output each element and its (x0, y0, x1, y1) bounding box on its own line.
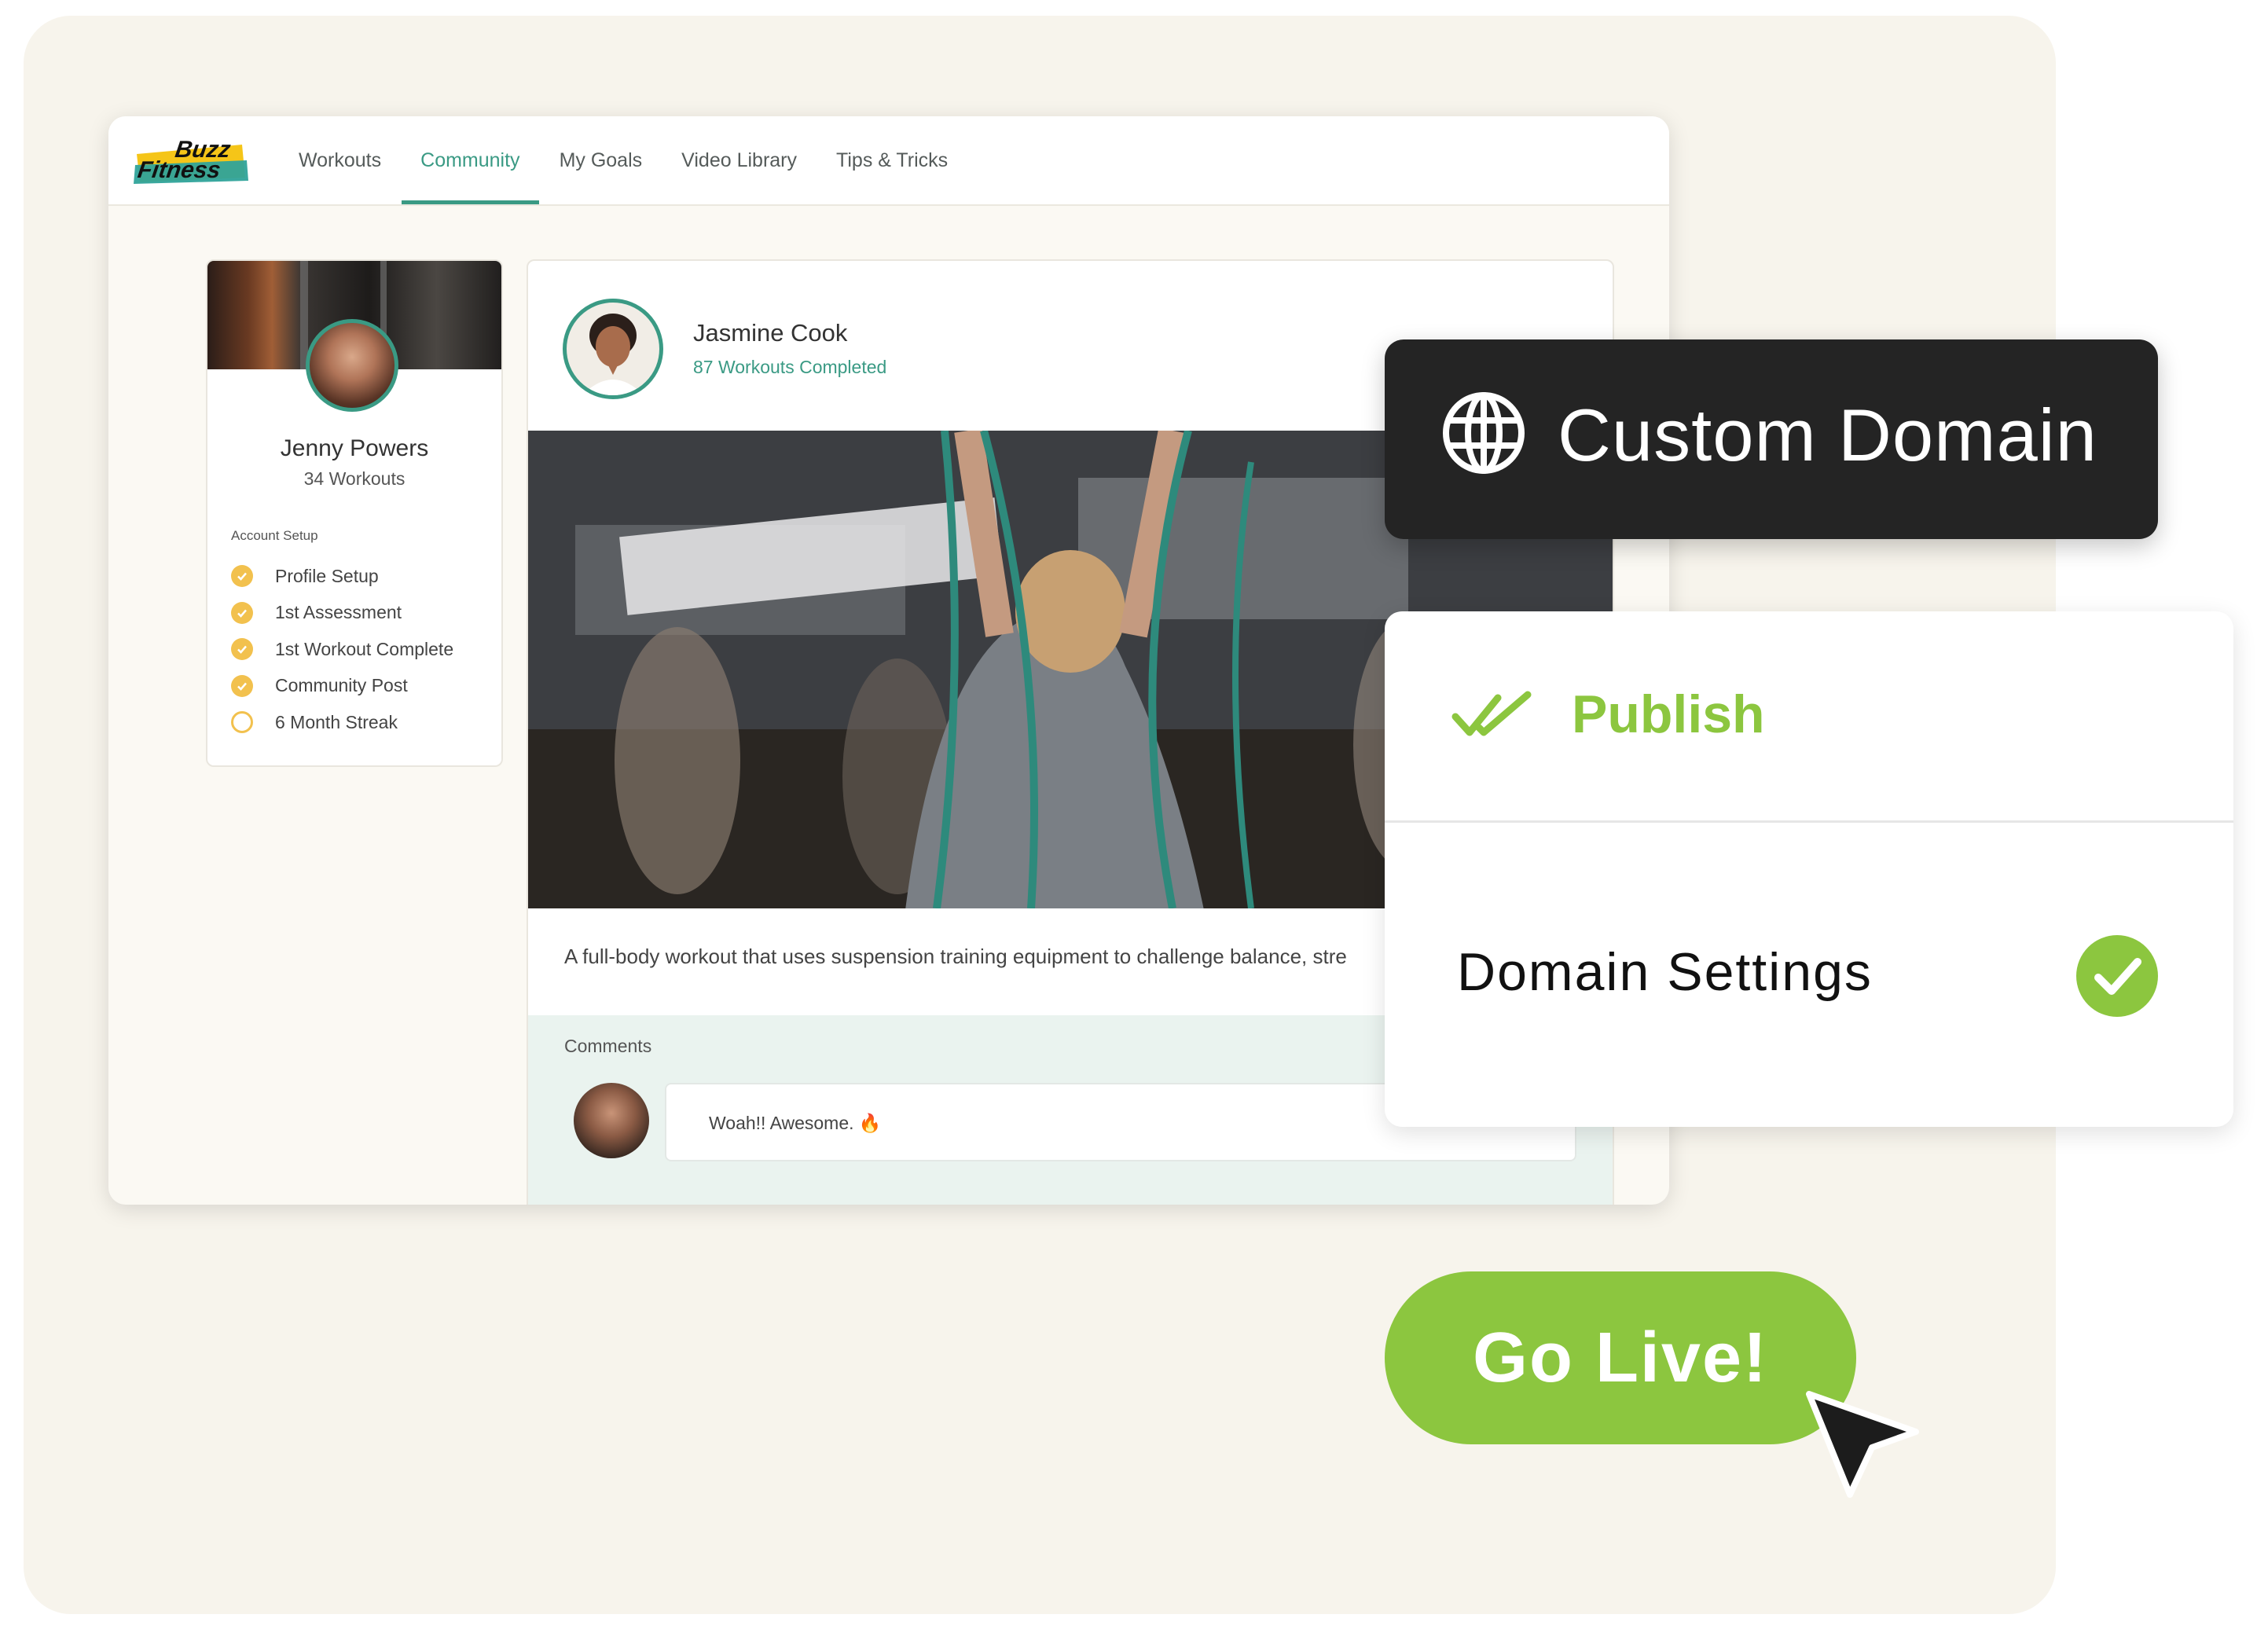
comments-label: Comments (564, 1036, 652, 1056)
list-item: 1st Assessment (231, 595, 453, 632)
check-icon (231, 638, 253, 661)
publish-button[interactable]: Publish (1572, 684, 1765, 745)
list-item: Community Post (231, 668, 453, 705)
avatar[interactable] (306, 319, 398, 412)
divider (1385, 820, 2233, 823)
profile-workout-count: 34 Workouts (303, 468, 406, 489)
logo-mark-icon: Buzz Fitness (134, 137, 248, 184)
avatar[interactable] (563, 299, 663, 399)
tab-video-library[interactable]: Video Library (662, 116, 816, 204)
logo-text-bottom: Fitness (136, 157, 222, 183)
cursor-icon (1806, 1391, 1919, 1498)
check-icon (231, 565, 253, 588)
account-setup-title: Account Setup (231, 528, 318, 543)
nav-tabs: Workouts Community My Goals Video Librar… (280, 116, 968, 204)
go-live-button[interactable]: Go Live! (1385, 1271, 1856, 1444)
checklist-label: Profile Setup (275, 565, 379, 586)
list-item: 6 Month Streak (231, 704, 453, 741)
globe-icon (1443, 392, 1525, 474)
setup-checklist: Profile Setup 1st Assessment 1st Workout… (231, 558, 453, 741)
check-icon (231, 601, 253, 624)
profile-card: Jenny Powers 34 Workouts Account Setup P… (206, 259, 503, 767)
double-check-icon (1451, 691, 1532, 736)
checklist-label: 1st Assessment (275, 602, 402, 623)
empty-circle-icon (231, 711, 253, 734)
domain-settings-card: Publish Domain Settings (1385, 611, 2233, 1127)
list-item: 1st Workout Complete (231, 631, 453, 668)
domain-settings-item[interactable]: Domain Settings (1457, 941, 1873, 1003)
post-description: A full-body workout that uses suspension… (564, 945, 1347, 968)
top-navbar: Buzz Fitness Workouts Community My Goals… (108, 116, 1669, 206)
custom-domain-title: Custom Domain (1558, 394, 2097, 476)
brand-logo[interactable]: Buzz Fitness (132, 134, 250, 189)
tab-workouts[interactable]: Workouts (280, 116, 400, 204)
custom-domain-card[interactable]: Custom Domain (1385, 339, 2158, 539)
post-author-stats: 87 Workouts Completed (693, 357, 887, 377)
avatar[interactable] (574, 1083, 649, 1158)
list-item: Profile Setup (231, 558, 453, 595)
check-icon (231, 674, 253, 697)
checklist-label: 1st Workout Complete (275, 638, 454, 659)
checklist-label: Community Post (275, 675, 408, 696)
tab-community[interactable]: Community (402, 116, 539, 204)
post-author-name[interactable]: Jasmine Cook (693, 319, 847, 347)
checklist-label: 6 Month Streak (275, 711, 398, 732)
tab-my-goals[interactable]: My Goals (541, 116, 662, 204)
profile-name: Jenny Powers (280, 435, 429, 461)
tab-tips-tricks[interactable]: Tips & Tricks (817, 116, 967, 204)
person-portrait-icon (582, 314, 644, 395)
check-circle-icon (2076, 935, 2158, 1017)
comment-text: Woah!! Awesome. 🔥 (709, 1113, 882, 1133)
